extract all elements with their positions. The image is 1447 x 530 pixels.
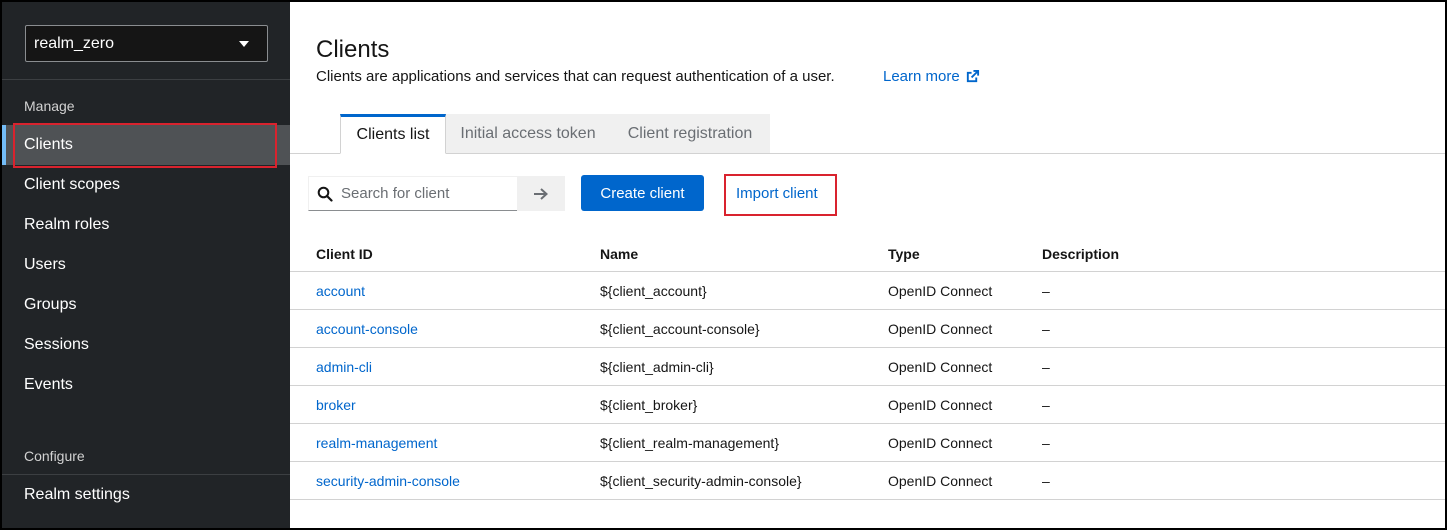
sidebar-item-users[interactable]: Users [2,245,290,285]
client-type: OpenID Connect [888,359,993,375]
create-client-button[interactable]: Create client [581,175,704,211]
client-name: ${client_account-console} [600,321,760,337]
table-row: admin-cli ${client_admin-cli} OpenID Con… [290,348,1445,386]
client-type: OpenID Connect [888,321,993,337]
tab-label: Clients list [356,126,430,143]
client-description: – [1042,283,1050,299]
table-row: account-console ${client_account-console… [290,310,1445,348]
client-type: OpenID Connect [888,473,993,489]
sidebar-item-groups[interactable]: Groups [2,285,290,325]
app-window: realm_zero Manage Clients Client scopes … [0,0,1447,530]
column-header-type: Type [888,246,920,262]
client-description: – [1042,435,1050,451]
search-icon [317,186,333,202]
client-type: OpenID Connect [888,397,993,413]
client-id-link[interactable]: account-console [316,321,418,337]
main-content: Clients Clients are applications and ser… [290,2,1445,528]
tab-initial-access-token[interactable]: Initial access token [446,114,610,154]
sidebar: realm_zero Manage Clients Client scopes … [2,2,290,528]
sidebar-item-client-scopes[interactable]: Client scopes [2,165,290,205]
client-name: ${client_admin-cli} [600,359,714,375]
table-row: broker ${client_broker} OpenID Connect – [290,386,1445,424]
search-input[interactable] [341,185,511,202]
column-header-client-id[interactable]: Client ID [316,246,373,262]
client-description: – [1042,359,1050,375]
client-name: ${client_realm-management} [600,435,779,451]
table-row: security-admin-console ${client_security… [290,462,1445,500]
sidebar-item-events[interactable]: Events [2,365,290,405]
client-id-link[interactable]: broker [316,397,356,413]
search-box [308,176,518,211]
search-submit-button[interactable] [517,176,565,211]
client-id-link[interactable]: security-admin-console [316,473,460,489]
client-description: – [1042,321,1050,337]
client-id-link[interactable]: admin-cli [316,359,372,375]
table-row: realm-management ${client_realm-manageme… [290,424,1445,462]
sidebar-item-sessions[interactable]: Sessions [2,325,290,365]
sidebar-item-realm-roles[interactable]: Realm roles [2,205,290,245]
sidebar-item-label: Users [24,256,66,273]
caret-down-icon [239,40,249,47]
client-description: – [1042,397,1050,413]
learn-more-label: Learn more [883,68,960,85]
realm-selector[interactable]: realm_zero [25,25,268,62]
table-row: account ${client_account} OpenID Connect… [290,272,1445,310]
tab-client-registration[interactable]: Client registration [610,114,770,154]
column-header-name: Name [600,246,639,262]
sidebar-item-label: Groups [24,296,77,313]
learn-more-link[interactable]: Learn more [883,68,980,85]
page-title: Clients [316,36,390,63]
sidebar-item-clients[interactable]: Clients [2,125,290,165]
client-type: OpenID Connect [888,283,993,299]
client-name: ${client_account} [600,283,707,299]
sidebar-item-label: Clients [24,136,73,153]
page-description: Clients are applications and services th… [316,68,835,85]
import-client-button[interactable]: Import client [726,175,828,211]
realm-selector-label: realm_zero [34,34,115,52]
clients-table: Client ID Name Type Description account … [290,234,1445,500]
tab-label: Initial access token [460,124,596,142]
sidebar-item-label: Events [24,376,73,393]
tab-clients-list[interactable]: Clients list [340,114,446,154]
tabs: Clients list Initial access token Client… [290,114,1445,154]
sidebar-item-realm-settings[interactable]: Realm settings [2,475,290,515]
client-type: OpenID Connect [888,435,993,451]
section-title-configure: Configure [24,448,85,464]
client-name: ${client_security-admin-console} [600,473,802,489]
tab-label: Client registration [627,124,753,142]
client-id-link[interactable]: realm-management [316,435,437,451]
table-header: Client ID Name Type Description [290,234,1445,272]
sidebar-item-label: Sessions [24,336,89,353]
section-title-manage: Manage [24,98,75,114]
sidebar-item-label: Realm settings [24,486,130,503]
external-link-icon [966,69,979,83]
client-id-link[interactable]: account [316,283,365,299]
sidebar-divider [2,79,290,80]
client-name: ${client_broker} [600,397,698,413]
client-description: – [1042,473,1050,489]
column-header-description: Description [1042,246,1120,262]
arrow-right-icon [534,187,548,200]
sidebar-item-label: Client scopes [24,176,121,193]
sidebar-item-label: Realm roles [24,216,110,233]
toolbar: Create client Import client [290,174,1445,216]
